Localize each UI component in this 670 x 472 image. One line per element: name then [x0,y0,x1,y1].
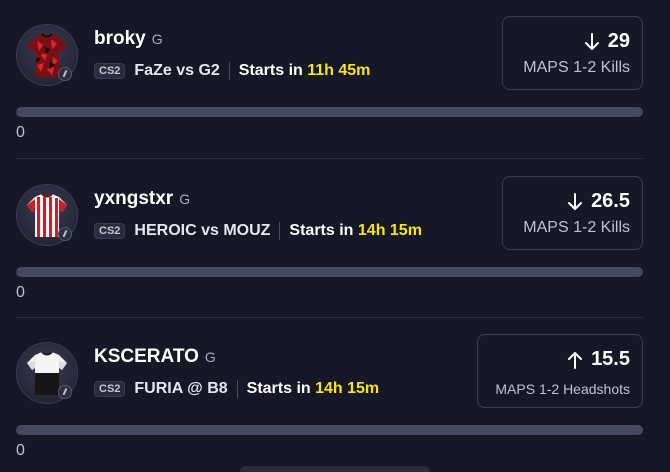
stat-line-button[interactable]: 15.5 MAPS 1-2 Headshots [477,334,643,408]
start-time: Starts in 11h 45m [239,62,371,80]
player-name: yxngstxr [94,188,174,209]
game-badge: CS2 [94,223,126,239]
prop-list: broky G CS2 FaZe vs G2 Starts in 11h 45m… [0,0,670,472]
stat-line-button[interactable]: 29 MAPS 1-2 Kills [502,16,643,90]
separator [236,380,238,398]
bottom-floating-bar[interactable] [240,466,430,472]
sport-badge-icon [58,385,72,399]
player-position: G [204,349,216,365]
stat-value-line: 15.5 [567,348,630,371]
player-position: G [151,31,163,47]
stat-value-line: 29 [584,30,630,53]
progress-count: 0 [16,124,25,141]
player-line: yxngstxr G [94,188,190,210]
progress-bar [16,267,643,277]
player-position: G [179,191,191,207]
separator [228,62,230,80]
arrow-up-icon [567,351,583,369]
progress-bar [16,425,643,435]
player-name: broky [94,28,146,49]
match-teams: FaZe vs G2 [134,62,220,79]
start-time-value: 11h 45m [307,62,371,79]
separator [279,222,281,240]
match-teams: FURIA @ B8 [134,380,228,397]
game-badge: CS2 [94,63,126,79]
progress-count: 0 [16,442,25,459]
start-time-prefix: Starts in [246,380,311,397]
sport-badge-icon [58,67,72,81]
start-time: Starts in 14h 15m [289,222,422,240]
match-line: CS2 HEROIC vs MOUZ Starts in 14h 15m [94,220,422,242]
arrow-down-icon [567,192,583,211]
progress-count: 0 [16,284,25,301]
player-line: broky G [94,28,163,50]
stat-label: MAPS 1-2 Kills [523,59,630,76]
stat-line-button[interactable]: 26.5 MAPS 1-2 Kills [502,176,643,250]
player-line: KSCERATO G [94,346,216,368]
start-time-value: 14h 15m [357,222,422,239]
start-time-value: 14h 15m [315,380,380,397]
match-teams: HEROIC vs MOUZ [134,222,271,239]
stat-label: MAPS 1-2 Headshots [495,381,630,397]
progress-bar [16,107,643,117]
start-time: Starts in 14h 15m [247,380,380,398]
divider [16,317,643,318]
start-time-prefix: Starts in [289,222,354,239]
arrow-down-icon [584,32,600,51]
match-line: CS2 FaZe vs G2 Starts in 11h 45m [94,60,370,82]
stat-label: MAPS 1-2 Kills [523,219,630,236]
stat-value: 26.5 [591,190,630,212]
start-time-prefix: Starts in [238,62,303,79]
player-name: KSCERATO [94,346,199,367]
stat-value: 15.5 [591,348,630,370]
game-badge: CS2 [94,381,126,397]
sport-badge-icon [58,227,72,241]
stat-value-line: 26.5 [567,190,630,213]
match-line: CS2 FURIA @ B8 Starts in 14h 15m [94,378,379,400]
stat-value: 29 [607,30,630,52]
divider [16,158,643,159]
